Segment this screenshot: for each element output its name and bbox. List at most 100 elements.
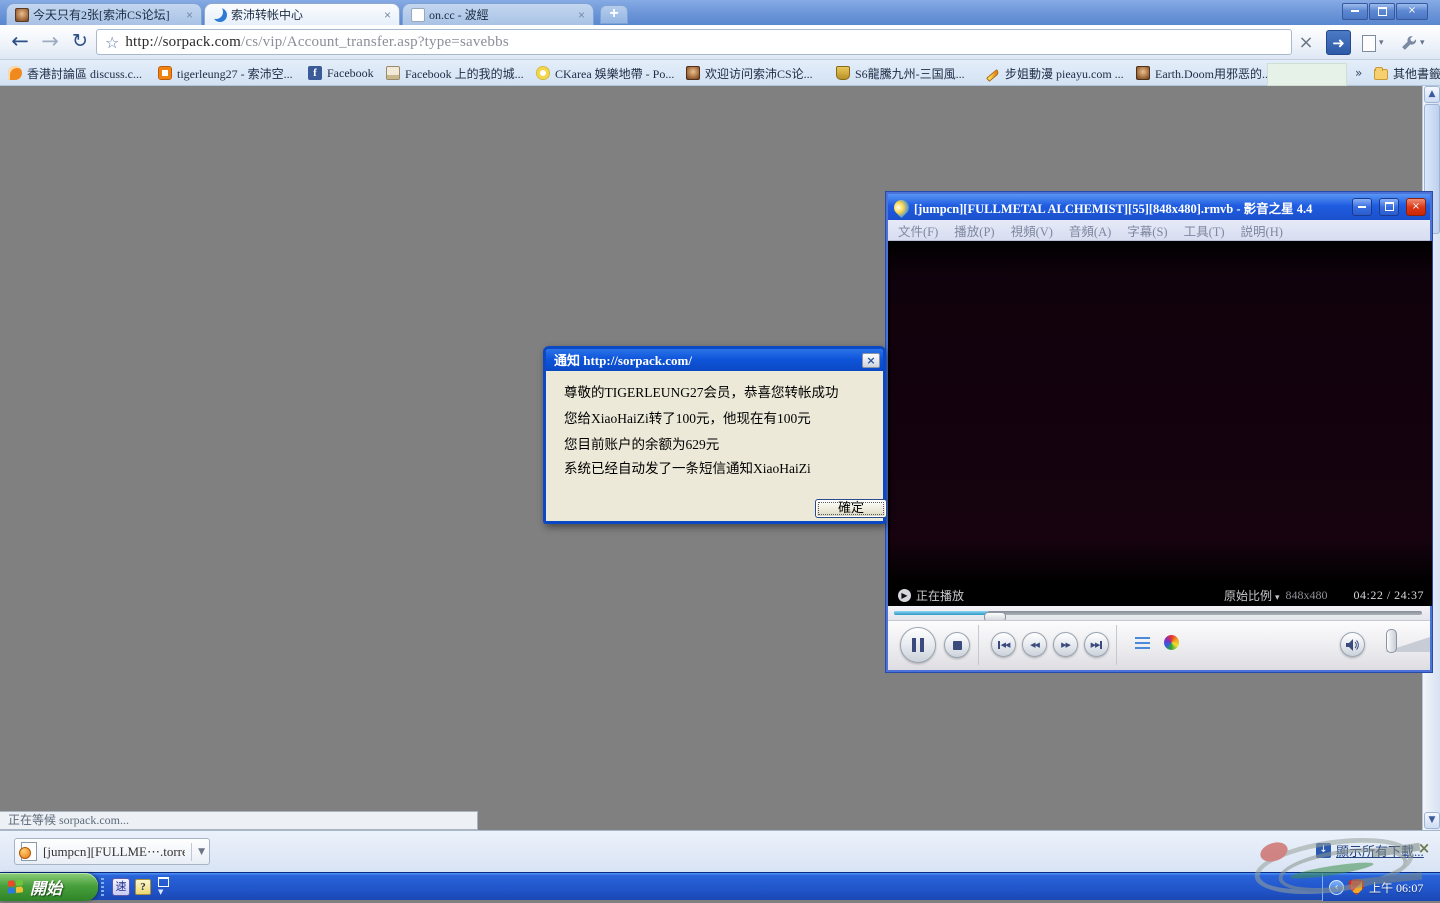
facebook-icon: f xyxy=(308,66,322,80)
menu-play[interactable]: 播放(P) xyxy=(954,221,994,240)
pause-button[interactable] xyxy=(900,627,936,663)
window-minimize-button[interactable] xyxy=(1342,3,1368,20)
stop-button[interactable] xyxy=(944,632,970,658)
window-restore-button[interactable] xyxy=(1369,3,1395,20)
rewind-icon: ◀◀ xyxy=(1030,641,1039,649)
menu-help[interactable]: 説明(H) xyxy=(1241,221,1283,240)
bookmark-label: S6龍騰九州-三国風... xyxy=(855,65,965,82)
bookmark-star-icon[interactable]: ☆ xyxy=(97,33,125,52)
avatar-icon xyxy=(686,66,700,80)
bookmark-facebook-city[interactable]: Facebook 上的我的城... xyxy=(386,63,524,83)
page-favicon-icon xyxy=(411,8,425,22)
menu-audio[interactable]: 音頻(A) xyxy=(1069,221,1111,240)
player-maximize-button[interactable] xyxy=(1379,198,1399,216)
tab-transfer-center[interactable]: 索沛转帐中心 × xyxy=(204,3,400,25)
bookmark-discuss[interactable]: 香港討論區 discuss.c... xyxy=(8,63,142,83)
windows-logo-icon xyxy=(8,879,24,896)
quicklaunch-speed-icon[interactable]: 速 xyxy=(112,878,130,896)
next-button[interactable]: ▶▶ xyxy=(1084,632,1109,657)
show-desktop-icon[interactable]: ▼ xyxy=(158,877,172,895)
dialog-close-icon[interactable]: × xyxy=(862,353,880,368)
omnibox[interactable]: ☆ http://sorpack.com/cs/vip/Account_tran… xyxy=(96,29,1292,55)
tray-collapse-chevron-icon[interactable]: ‹ xyxy=(1329,880,1344,895)
go-button[interactable]: ➜ xyxy=(1326,30,1351,55)
media-player-window: [jumpcn][FULLMETAL ALCHEMIST][55][848x48… xyxy=(886,192,1432,672)
previous-button[interactable]: ◀◀ xyxy=(991,632,1016,657)
page-menu-button[interactable]: ▾ xyxy=(1362,33,1384,53)
window-close-button[interactable]: × xyxy=(1396,3,1428,20)
bookmarks-overflow-chevron[interactable]: » xyxy=(1355,63,1362,83)
avatar-icon xyxy=(1136,66,1150,80)
bookmark-label: CKarea 娛樂地帶 - Po... xyxy=(555,65,674,82)
tab-close-icon[interactable]: × xyxy=(184,9,195,21)
scroll-down-arrow-icon[interactable]: ▼ xyxy=(1424,812,1440,829)
back-button[interactable]: ← xyxy=(6,28,34,56)
playlist-icon[interactable] xyxy=(1135,637,1150,649)
bookmark-pieayu[interactable]: 步姐動漫 pieayu.com ... xyxy=(986,63,1124,83)
other-bookmarks-folder[interactable]: 其他書籤 xyxy=(1374,63,1440,83)
divider xyxy=(1116,625,1117,665)
player-close-button[interactable]: × xyxy=(1406,198,1426,216)
player-titlebar[interactable]: [jumpcn][FULLMETAL ALCHEMIST][55][848x48… xyxy=(888,194,1430,220)
forward-button[interactable]: → xyxy=(36,28,64,56)
bookmark-label: 欢迎访问索沛CS论... xyxy=(705,65,813,82)
tab-close-icon[interactable]: × xyxy=(382,9,393,21)
system-tray: ‹ 上午 06:07 xyxy=(1322,873,1440,901)
seek-progress xyxy=(894,611,989,615)
color-settings-icon[interactable] xyxy=(1164,635,1179,650)
scroll-up-arrow-icon[interactable]: ▲ xyxy=(1424,86,1440,103)
bookmark-tigerleung[interactable]: tigerleung27 - 索沛空... xyxy=(158,63,293,83)
menu-tools[interactable]: 工具(T) xyxy=(1184,221,1225,240)
bookmark-facebook[interactable]: fFacebook xyxy=(308,63,374,83)
tab-forum[interactable]: 今天只有2张[索沛CS论坛] × xyxy=(6,3,202,25)
dialog-titlebar[interactable]: 通知 http://sorpack.com/ × xyxy=(546,349,883,371)
video-display-area[interactable]: ▶ 正在播放 原始比例 ▾ 848x480 04:22 / 24:37 xyxy=(890,241,1432,606)
menu-file[interactable]: 文件(F) xyxy=(898,221,938,240)
menu-subtitle[interactable]: 字幕(S) xyxy=(1127,221,1167,240)
quicklaunch-help-icon[interactable]: ? xyxy=(135,879,151,895)
rewind-button[interactable]: ◀◀ xyxy=(1022,632,1047,657)
download-shelf: [jumpcn][FULLME⋯.torrent ▼ ↓ 顯示所有下載... × xyxy=(0,830,1440,872)
close-shelf-icon[interactable]: × xyxy=(1416,841,1432,857)
house-icon xyxy=(158,66,172,80)
wrench-icon xyxy=(1400,35,1417,52)
stop-icon xyxy=(953,641,962,650)
bookmark-earthdoom[interactable]: Earth.Doom用邪恶的... xyxy=(1136,63,1271,83)
volume-button[interactable] xyxy=(1340,632,1365,657)
seek-track[interactable] xyxy=(894,611,1422,615)
player-title: [jumpcn][FULLMETAL ALCHEMIST][55][848x48… xyxy=(914,198,1345,217)
tray-clock: 上午 06:07 xyxy=(1369,879,1423,896)
page-icon xyxy=(1362,35,1376,52)
volume-slider-handle[interactable] xyxy=(1386,629,1397,653)
aspect-ratio-dropdown[interactable]: 原始比例 ▾ xyxy=(1224,587,1280,604)
dialog-message-line: 尊敬的TIGERLEUNG27会员，恭喜您转帐成功 xyxy=(564,381,838,401)
skip-previous-icon: ◀◀ xyxy=(998,641,1010,649)
tab-oncc[interactable]: on.cc - 波經 × xyxy=(402,3,594,25)
bookmark-s6[interactable]: S6龍騰九州-三国風... xyxy=(836,63,965,83)
download-item-torrent[interactable]: [jumpcn][FULLME⋯.torrent ▼ xyxy=(14,838,210,865)
chevron-down-icon: ▾ xyxy=(1420,38,1425,48)
url-text: http://sorpack.com/cs/vip/Account_transf… xyxy=(125,34,509,51)
skip-next-icon: ▶▶ xyxy=(1091,641,1103,649)
tools-menu-button[interactable]: ▾ xyxy=(1400,33,1425,53)
player-minimize-button[interactable] xyxy=(1352,198,1372,216)
menu-video[interactable]: 視頻(V) xyxy=(1011,221,1053,240)
time-display: 04:22 / 24:37 xyxy=(1353,588,1424,603)
fast-forward-button[interactable]: ▶▶ xyxy=(1053,632,1078,657)
stop-loading-button[interactable]: × xyxy=(1294,31,1318,55)
start-label: 開始 xyxy=(30,875,62,899)
bookmark-ckarea[interactable]: CKarea 娛樂地帶 - Po... xyxy=(536,63,674,83)
folder-icon xyxy=(1374,69,1388,80)
new-tab-button[interactable]: + xyxy=(600,5,628,24)
bookmark-sorpack-cs[interactable]: 欢迎访问索沛CS论... xyxy=(686,63,813,83)
tab-close-icon[interactable]: × xyxy=(576,9,587,21)
start-button[interactable]: 開始 xyxy=(0,873,98,901)
seek-bar-row xyxy=(888,606,1430,620)
chevron-down-icon[interactable]: ▼ xyxy=(198,847,205,857)
reload-button[interactable]: ↻ xyxy=(66,28,94,56)
bookmark-label: Facebook 上的我的城... xyxy=(405,65,524,82)
show-all-downloads-link[interactable]: ↓ 顯示所有下載... xyxy=(1316,841,1424,860)
security-shield-icon[interactable] xyxy=(1349,879,1364,895)
speaker-icon xyxy=(1346,639,1359,651)
ok-button[interactable]: 確定 xyxy=(815,499,887,518)
